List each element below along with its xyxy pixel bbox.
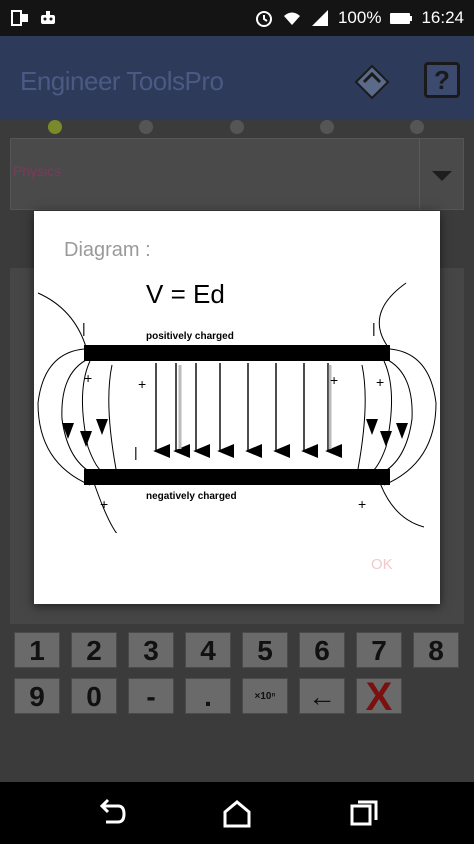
fringe-arrows bbox=[62, 419, 408, 447]
recents-icon[interactable] bbox=[346, 796, 382, 832]
ok-button[interactable]: OK bbox=[371, 556, 393, 573]
capacitor-diagram: V = Ed positively charged negatively cha… bbox=[37, 279, 437, 533]
svg-text:|: | bbox=[82, 320, 86, 336]
clock: 16:24 bbox=[421, 8, 464, 27]
key-5[interactable]: 5 bbox=[242, 632, 288, 668]
svg-text:+: + bbox=[358, 496, 366, 512]
app-title: Engineer ToolsPro bbox=[20, 66, 224, 96]
key-8[interactable]: 8 bbox=[413, 632, 459, 668]
positive-plate-label: positively charged bbox=[146, 331, 234, 342]
alarm-icon bbox=[255, 11, 272, 27]
svg-text:+: + bbox=[376, 374, 384, 390]
battery-percent: 100% bbox=[337, 8, 382, 27]
home-icon[interactable] bbox=[219, 796, 255, 832]
key-0[interactable]: 0 bbox=[71, 678, 117, 714]
status-bar: 100% 16:24 bbox=[0, 0, 474, 36]
key-minus[interactable]: - bbox=[128, 678, 174, 714]
battery-icon bbox=[390, 13, 413, 24]
key-9[interactable]: 9 bbox=[14, 678, 60, 714]
key-4[interactable]: 4 bbox=[185, 632, 231, 668]
svg-text:+: + bbox=[100, 496, 108, 512]
diagram-dialog: Diagram : V = Ed positively charged nega… bbox=[34, 211, 440, 604]
page-dot[interactable] bbox=[139, 120, 153, 134]
help-button[interactable]: ? bbox=[424, 62, 460, 98]
field-lines bbox=[153, 363, 342, 458]
robot-icon bbox=[41, 11, 55, 24]
signal-icon bbox=[311, 10, 328, 26]
key-exponent[interactable]: ×10ⁿ bbox=[242, 678, 288, 714]
wifi-icon bbox=[283, 12, 300, 25]
key-clear[interactable]: X bbox=[356, 677, 402, 717]
negative-plate bbox=[84, 469, 390, 485]
tools-icon[interactable] bbox=[352, 62, 392, 102]
app-bar: Engineer ToolsPro ? bbox=[0, 36, 474, 120]
svg-text:+: + bbox=[84, 370, 92, 386]
key-2[interactable]: 2 bbox=[71, 632, 117, 668]
page-indicator bbox=[0, 120, 474, 136]
svg-text:|: | bbox=[134, 444, 138, 460]
screen-record-icon bbox=[11, 10, 28, 26]
back-icon[interactable] bbox=[94, 796, 130, 832]
chevron-down-icon bbox=[419, 139, 463, 209]
key-backspace[interactable]: ← bbox=[299, 678, 345, 714]
category-selected: Physics bbox=[13, 163, 62, 179]
page-dot[interactable] bbox=[48, 120, 62, 134]
category-spinner[interactable]: Physics bbox=[10, 138, 464, 210]
page-dot[interactable] bbox=[410, 120, 424, 134]
field-line-shadows bbox=[178, 365, 332, 449]
navigation-bar bbox=[0, 782, 474, 844]
key-7[interactable]: 7 bbox=[356, 632, 402, 668]
page-dot[interactable] bbox=[320, 120, 334, 134]
page-dot[interactable] bbox=[230, 120, 244, 134]
formula: V = Ed bbox=[146, 279, 225, 309]
dialog-title: Diagram : bbox=[64, 239, 151, 261]
fringe-field-right bbox=[357, 282, 437, 528]
svg-text:|: | bbox=[372, 320, 376, 336]
key-3[interactable]: 3 bbox=[128, 632, 174, 668]
negative-plate-label: negatively charged bbox=[146, 491, 237, 502]
key-1[interactable]: 1 bbox=[14, 632, 60, 668]
svg-text:+: + bbox=[330, 372, 338, 388]
key-6[interactable]: 6 bbox=[299, 632, 345, 668]
key-decimal[interactable]: . bbox=[185, 678, 231, 714]
svg-text:+: + bbox=[138, 376, 146, 392]
positive-plate bbox=[84, 345, 390, 361]
